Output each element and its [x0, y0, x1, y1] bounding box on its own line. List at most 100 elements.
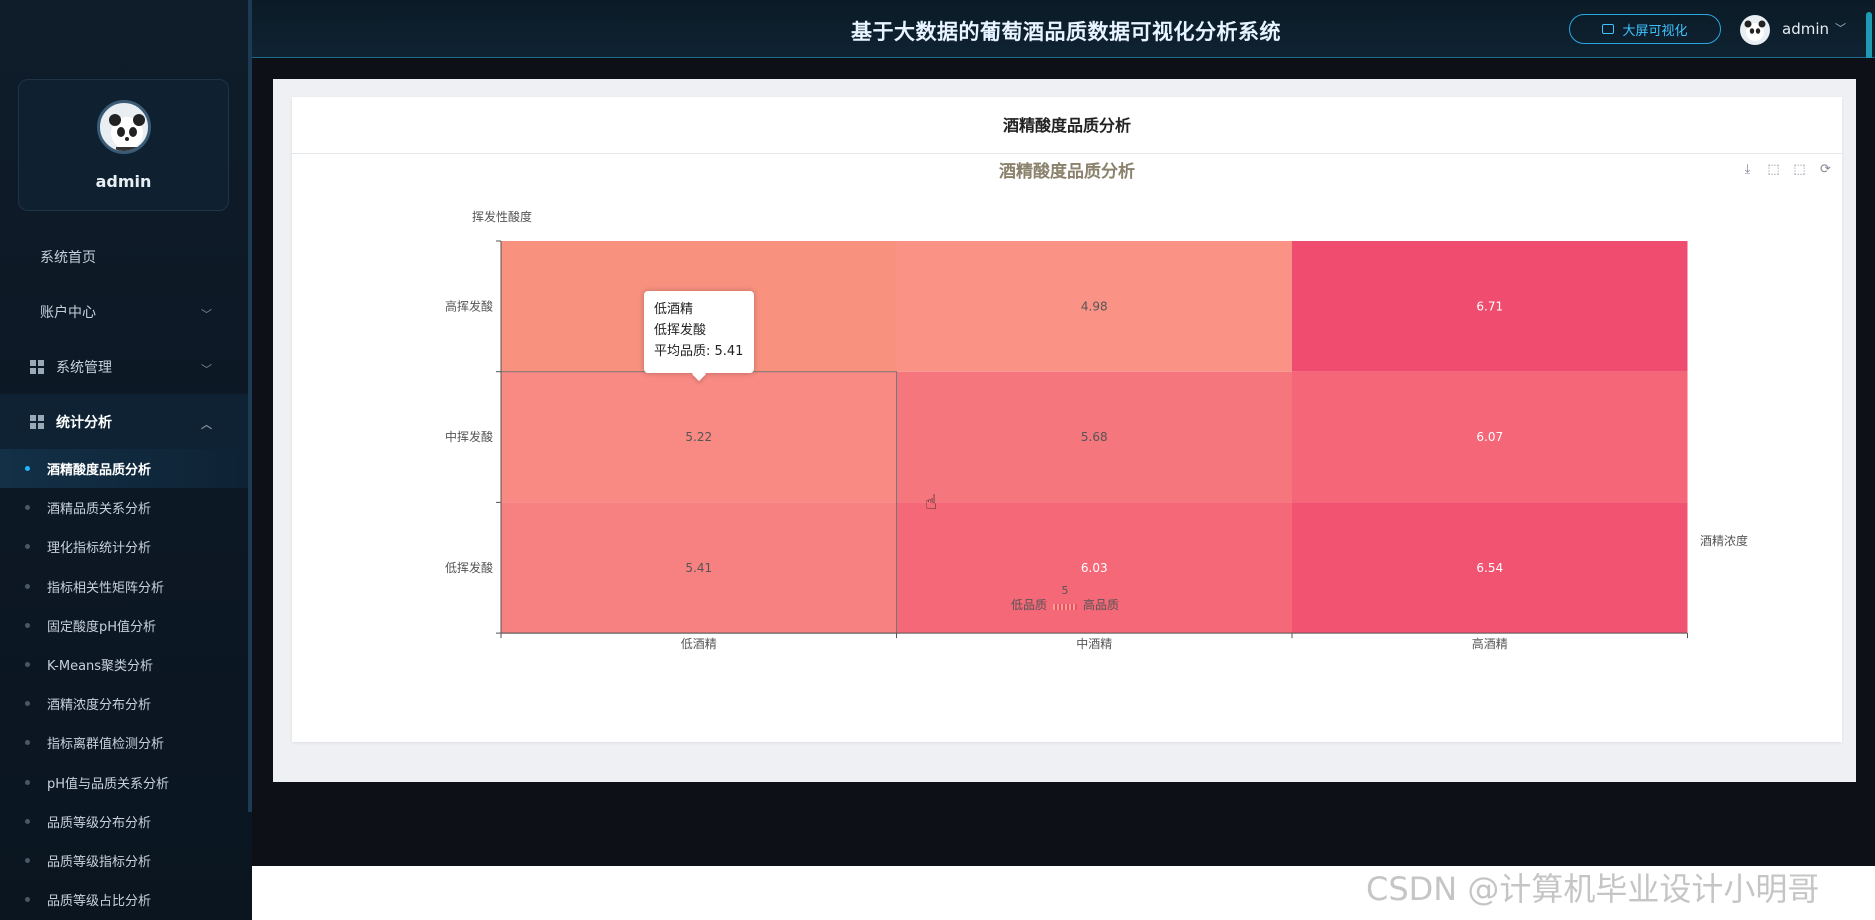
- sidebar-subitem-label: 理化指标统计分析: [47, 541, 152, 557]
- visual-map-bar: [1071, 604, 1073, 610]
- sidebar-subitem-label: 酒精浓度分布分析: [47, 698, 152, 714]
- sidebar-item-statistics[interactable]: 统计分析 ︿: [0, 394, 248, 449]
- user-avatar[interactable]: [1740, 15, 1770, 45]
- bullet-icon: [25, 857, 30, 863]
- sidebar-menu: 系统首页 账户中心 ﹀ 系统管理 ﹀ 统计分析 ︿ 酒精酸度品质分析 酒精品质关…: [0, 229, 248, 919]
- data-label: 6.71: [1476, 299, 1503, 313]
- bullet-icon: [25, 661, 30, 667]
- sidebar-item-account[interactable]: 账户中心 ﹀: [0, 284, 248, 339]
- grid-icon: [30, 414, 44, 429]
- sidebar-subitem-label: 指标离群值检测分析: [47, 737, 165, 753]
- sidebar-subitem[interactable]: 指标相关性矩阵分析: [0, 567, 248, 606]
- grid-icon: [30, 359, 44, 374]
- watermark: CSDN @计算机毕业设计小明哥: [1366, 870, 1820, 908]
- sidebar-subitem[interactable]: 指标离群值检测分析: [0, 723, 248, 762]
- chevron-down-icon: ﹀: [201, 363, 212, 376]
- visual-map-bar: [1053, 604, 1055, 610]
- chart-tooltip: 低酒精 低挥发酸 平均品质: 5.41: [644, 291, 754, 382]
- sidebar-item-home[interactable]: 系统首页: [0, 229, 248, 284]
- tooltip-line: 低酒精: [654, 302, 694, 317]
- data-label: 4.98: [1081, 299, 1108, 313]
- tooltip-line: 低挥发酸: [654, 323, 707, 338]
- data-label: 6.07: [1476, 430, 1503, 444]
- statistics-submenu: 酒精酸度品质分析 酒精品质关系分析 理化指标统计分析 指标相关性矩阵分析 固定酸…: [0, 449, 248, 919]
- visual-map-bar: [1061, 604, 1063, 610]
- profile-name: admin: [95, 172, 152, 191]
- sidebar-subitem-label: 品质等级占比分析: [47, 894, 152, 910]
- user-name[interactable]: admin: [1782, 20, 1829, 38]
- sidebar-item-system[interactable]: 系统管理 ﹀: [0, 339, 248, 394]
- sidebar-item-label: 系统管理: [56, 359, 112, 376]
- chevron-up-icon: ︿: [201, 418, 212, 431]
- bullet-icon: [25, 466, 30, 471]
- visual-map-bar: [1075, 604, 1077, 610]
- data-label: 5.41: [685, 561, 712, 575]
- sidebar-subitem-label: 酒精酸度品质分析: [47, 463, 152, 479]
- y-axis-label: 挥发性酸度: [472, 209, 532, 224]
- x-tick-label: 低酒精: [681, 637, 717, 651]
- bullet-icon: [25, 740, 30, 746]
- visual-map-bar: [1059, 604, 1061, 610]
- sidebar-item-label: 系统首页: [40, 249, 96, 266]
- x-tick-label: 中酒精: [1076, 636, 1112, 651]
- visual-map-max-label: 高品质: [1083, 597, 1119, 612]
- sidebar-subitem-label: K-Means聚类分析: [47, 659, 154, 675]
- visual-map-bar: [1069, 604, 1071, 610]
- bullet-icon: [25, 818, 30, 824]
- sidebar-subitem[interactable]: 酒精酸度品质分析: [0, 449, 248, 489]
- sidebar-subitem-label: 指标相关性矩阵分析: [47, 580, 165, 596]
- y-tick-label: 高挥发酸: [445, 298, 493, 313]
- sidebar-subitem-label: 品质等级分布分析: [47, 815, 152, 831]
- sidebar-subitem[interactable]: 品质等级占比分析: [0, 880, 248, 919]
- bullet-icon: [25, 544, 30, 550]
- sidebar-subitem[interactable]: 理化指标统计分析: [0, 527, 248, 566]
- data-label: 5.68: [1081, 430, 1108, 444]
- chevron-down-icon[interactable]: ﹀: [1835, 20, 1846, 36]
- tooltip-line: 平均品质: 5.41: [654, 344, 744, 359]
- sidebar-item-label: 账户中心: [40, 304, 96, 321]
- visual-map-min-label: 低品质: [1011, 598, 1047, 612]
- visual-map-bar: [1067, 604, 1069, 610]
- sidebar-item-label: 统计分析: [56, 414, 112, 431]
- bullet-icon: [25, 897, 30, 903]
- x-axis-label: 酒精浓度: [1700, 533, 1748, 548]
- chevron-down-icon: ﹀: [201, 308, 212, 321]
- sidebar-subitem[interactable]: 品质等级指标分析: [0, 841, 248, 880]
- sidebar: admin 系统首页 账户中心 ﹀ 系统管理 ﹀ 统计分析 ︿ 酒精酸度品质分析…: [0, 0, 252, 920]
- sidebar-subitem-label: pH值与品质关系分析: [47, 776, 170, 792]
- visual-map-bar: [1055, 604, 1057, 610]
- monitor-icon: [1602, 24, 1615, 34]
- sidebar-subitem[interactable]: pH值与品质关系分析: [0, 763, 248, 802]
- bullet-icon: [25, 583, 30, 589]
- bullet-icon: [25, 622, 30, 628]
- avatar[interactable]: [97, 100, 151, 154]
- visual-map-value: 5: [1062, 584, 1069, 597]
- header: 基于大数据的葡萄酒品质数据可视化分析系统 大屏可视化 admin ﹀: [252, 0, 1875, 58]
- data-label: 5.22: [685, 430, 712, 444]
- bigscreen-label: 大屏可视化: [1622, 23, 1688, 39]
- bullet-icon: [25, 505, 30, 511]
- sidebar-subitem[interactable]: 品质等级分布分析: [0, 802, 248, 841]
- sidebar-subitem[interactable]: 酒精浓度分布分析: [0, 684, 248, 723]
- visual-map-bar: [1063, 604, 1065, 610]
- bigscreen-button[interactable]: 大屏可视化: [1569, 14, 1721, 44]
- y-tick-label: 低挥发酸: [445, 560, 493, 575]
- sidebar-subitem-label: 品质等级指标分析: [47, 854, 152, 870]
- profile-card: admin: [18, 79, 229, 211]
- sidebar-subitem[interactable]: K-Means聚类分析: [0, 645, 248, 684]
- sidebar-subitem-label: 固定酸度pH值分析: [47, 619, 157, 635]
- bullet-icon: [25, 701, 30, 707]
- bullet-icon: [25, 779, 30, 785]
- x-tick-label: 高酒精: [1472, 636, 1508, 651]
- chart-card: 酒精酸度品质分析 酒精酸度品质分析 ⤓ ⬚ ⬚ ⟳ 4.98 6.71 5.22 5.…: [292, 97, 1842, 742]
- sidebar-subitem-label: 酒精品质关系分析: [47, 502, 152, 518]
- visual-map-bar: [1073, 604, 1075, 610]
- y-tick-label: 中挥发酸: [445, 429, 493, 444]
- heatmap-chart: 4.98 6.71 5.22 5.68 6.07 5.41 6.03 6.54 高挥发酸中挥发…: [445, 209, 1748, 651]
- visual-map-bar: [1065, 604, 1067, 610]
- pointer-cursor-icon: ☝: [925, 490, 938, 514]
- visual-map-bar: [1057, 604, 1059, 610]
- data-label: 6.54: [1476, 561, 1503, 575]
- sidebar-subitem[interactable]: 固定酸度pH值分析: [0, 606, 248, 645]
- sidebar-subitem[interactable]: 酒精品质关系分析: [0, 488, 248, 527]
